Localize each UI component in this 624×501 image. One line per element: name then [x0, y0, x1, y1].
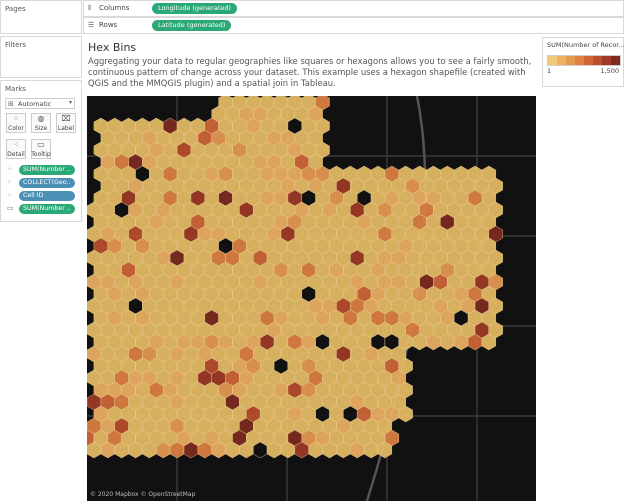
page-title: Hex Bins — [88, 41, 137, 54]
label-button-label: Label — [57, 125, 75, 132]
filters-title: Filters — [5, 41, 26, 49]
legend-swatch — [593, 56, 602, 65]
columns-icon: ⦀ — [88, 4, 92, 12]
legend-ramp — [547, 55, 621, 66]
worksheet: Hex Bins Aggregating your data to regula… — [83, 37, 539, 501]
legend-swatch — [575, 56, 584, 65]
pages-title: Pages — [5, 5, 26, 13]
color-button-label: Color — [8, 125, 24, 132]
pages-card[interactable]: Pages — [0, 0, 82, 34]
tooltip-icon: ▭ — [37, 140, 45, 149]
chevron-down-icon: ▾ — [68, 99, 72, 106]
color-icon: ⁘ — [12, 114, 20, 123]
hex-layer — [87, 96, 503, 459]
legend-swatch — [602, 56, 611, 65]
size-icon: ◍ — [37, 114, 45, 123]
map-canvas[interactable] — [87, 96, 536, 501]
filters-card[interactable]: Filters — [0, 36, 82, 78]
legend-swatch — [557, 56, 566, 65]
mark-field-pill[interactable]: SUM(Number .. — [19, 204, 75, 214]
size-button-label: Size — [34, 125, 48, 132]
columns-shelf-label: ⦀ Columns — [88, 4, 130, 12]
mark-type-dropdown[interactable]: ⊞ Automatic ▾ — [5, 98, 75, 109]
mark-field-pill[interactable]: SUM(Number .. — [19, 165, 75, 175]
legend-swatch — [611, 56, 620, 65]
color-legend[interactable]: SUM(Number of Recor... 1 1,500 — [542, 37, 624, 87]
detail-icon: ⁖ — [13, 140, 19, 149]
mark-type-value: Automatic — [18, 100, 52, 108]
legend-max: 1,500 — [600, 67, 619, 75]
legend-swatch — [566, 56, 575, 65]
rows-icon: ☰ — [88, 21, 95, 29]
map-attribution: © 2020 Mapbox © OpenStreetMap — [90, 491, 196, 498]
legend-swatch — [584, 56, 593, 65]
description: Aggregating your data to regular geograp… — [88, 56, 532, 88]
columns-shelf[interactable]: ⦀ Columns Longitude (generated) — [83, 0, 624, 17]
label-icon: ⌧ — [61, 114, 71, 123]
hex-map[interactable]: © 2020 Mapbox © OpenStreetMap — [87, 96, 536, 501]
tooltip-button-label: Tooltip — [31, 151, 51, 158]
detail-icon: ⁖ — [7, 191, 12, 199]
legend-min: 1 — [547, 67, 552, 75]
rows-pill[interactable]: Latitude (generated) — [152, 20, 232, 31]
rows-shelf[interactable]: ☰ Rows Latitude (generated) — [83, 17, 624, 34]
mark-field-pill[interactable]: COLLECT(Geo.. — [19, 178, 75, 188]
legend-swatch — [548, 56, 557, 65]
mark-field-pill[interactable]: Cell ID — [19, 191, 75, 201]
legend-title: SUM(Number of Recor... — [547, 41, 624, 49]
detail-icon: ⁖ — [7, 178, 12, 186]
columns-pill[interactable]: Longitude (generated) — [152, 3, 238, 14]
tooltip-icon: ▭ — [7, 204, 14, 212]
rows-shelf-label: ☰ Rows — [88, 21, 118, 29]
marks-card: Marks ⊞ Automatic ▾ ⁘ Color ◍ Size ⌧ Lab… — [0, 80, 82, 222]
mark-type-icon: ⊞ — [8, 100, 14, 108]
marks-title: Marks — [5, 85, 26, 93]
detail-button-label: Detail — [7, 151, 25, 158]
color-icon: ⁘ — [7, 165, 13, 173]
